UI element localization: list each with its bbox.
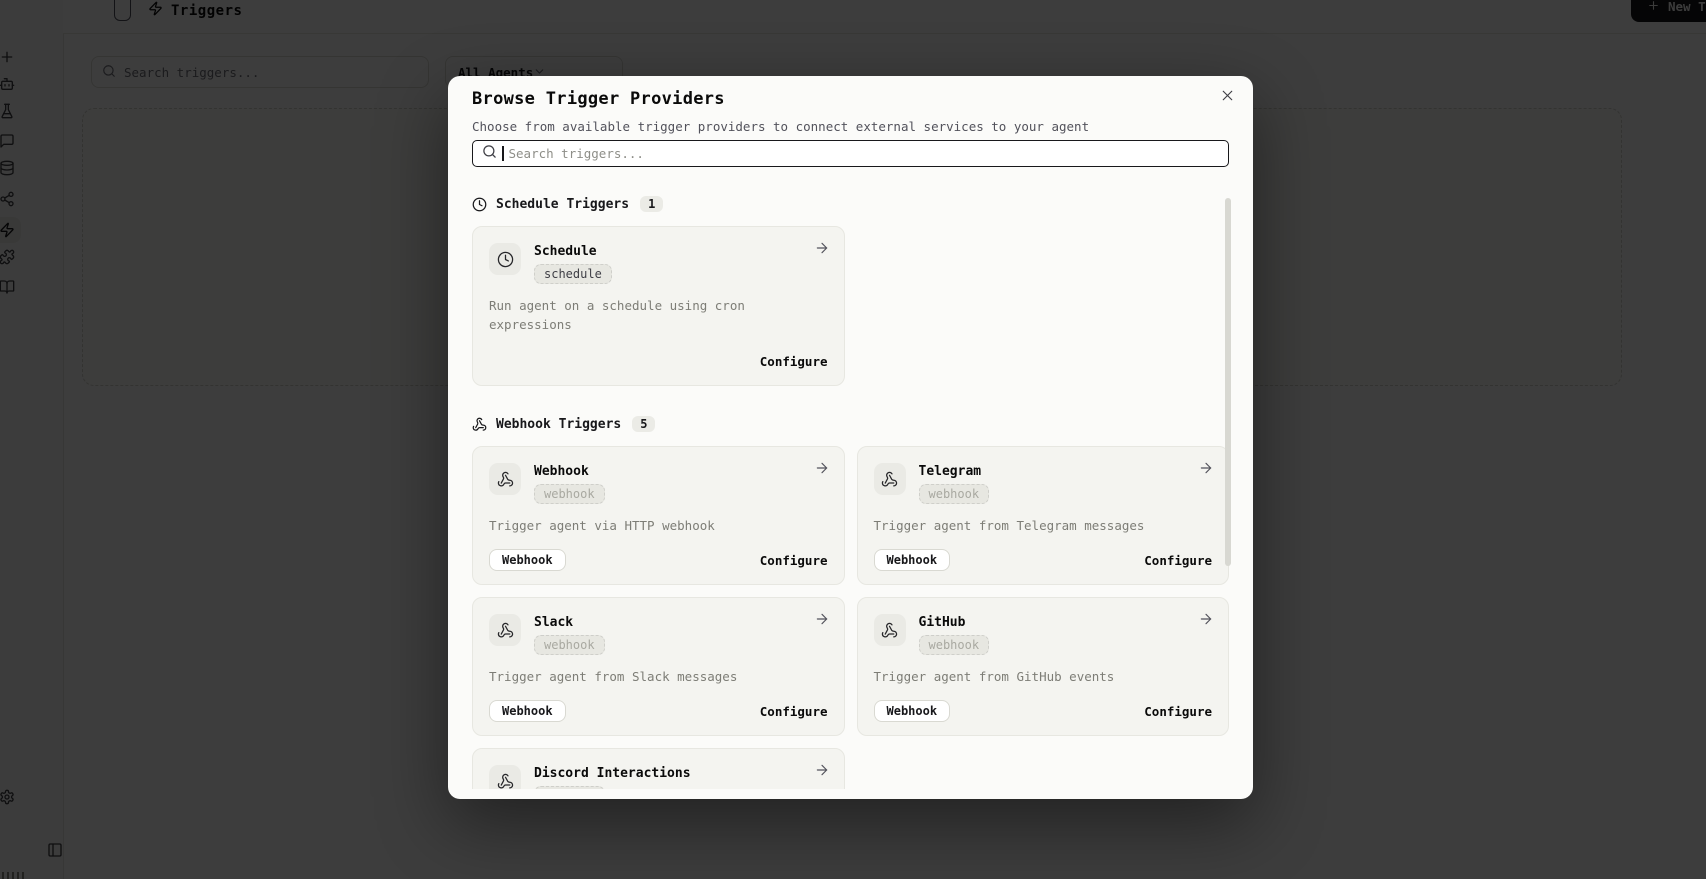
trigger-section: Webhook Triggers 5 Webhook webhook Trigg… xyxy=(472,414,1229,789)
modal-search-placeholder: Search triggers... xyxy=(509,146,644,161)
clock-icon xyxy=(489,243,521,275)
provider-description: Trigger agent from Telegram messages xyxy=(874,516,1213,535)
search-icon xyxy=(482,144,497,163)
text-caret xyxy=(502,146,504,161)
trigger-card-schedule[interactable]: Schedule schedule Run agent on a schedul… xyxy=(472,226,845,386)
webhook-icon xyxy=(874,614,906,646)
trigger-card-telegram[interactable]: Telegram webhook Trigger agent from Tele… xyxy=(857,446,1230,585)
provider-type-badge: webhook xyxy=(919,484,990,504)
arrow-right-icon xyxy=(1198,611,1214,631)
configure-link[interactable]: Configure xyxy=(760,704,828,719)
provider-type-badge: webhook xyxy=(534,484,605,504)
provider-type-badge: webhook xyxy=(919,635,990,655)
modal-title: Browse Trigger Providers xyxy=(472,89,725,109)
provider-title: GitHub xyxy=(919,615,990,630)
close-button[interactable] xyxy=(1215,85,1239,109)
scrollbar-thumb[interactable] xyxy=(1225,198,1231,566)
section-card-grid: Webhook webhook Trigger agent via HTTP w… xyxy=(472,446,1229,789)
section-count-badge: 1 xyxy=(640,196,663,212)
section-header: Schedule Triggers 1 xyxy=(472,194,1229,214)
clock-icon xyxy=(472,197,487,212)
provider-title: Telegram xyxy=(919,464,990,479)
trigger-section: Schedule Triggers 1 Schedule schedule Ru… xyxy=(472,194,1229,386)
configure-link[interactable]: Configure xyxy=(760,553,828,568)
trigger-card-slack[interactable]: Slack webhook Trigger agent from Slack m… xyxy=(472,597,845,736)
providers-list: Schedule Triggers 1 Schedule schedule Ru… xyxy=(472,194,1229,789)
trigger-card-webhook[interactable]: Webhook webhook Trigger agent via HTTP w… xyxy=(472,446,845,585)
provider-title: Discord Interactions xyxy=(534,766,691,781)
trigger-card-github[interactable]: GitHub webhook Trigger agent from GitHub… xyxy=(857,597,1230,736)
webhook-icon xyxy=(489,463,521,495)
webhook-tag-button[interactable]: Webhook xyxy=(489,549,566,571)
provider-type-badge: schedule xyxy=(534,264,612,284)
webhook-icon xyxy=(472,417,487,432)
provider-description: Trigger agent from Slack messages xyxy=(489,667,828,686)
section-count-badge: 5 xyxy=(632,416,655,432)
webhook-icon xyxy=(489,614,521,646)
arrow-right-icon xyxy=(814,240,830,260)
arrow-right-icon xyxy=(814,611,830,631)
trigger-card-discord-interactions[interactable]: Discord Interactions webhook xyxy=(472,748,845,789)
provider-description: Trigger agent from GitHub events xyxy=(874,667,1213,686)
webhook-tag-button[interactable]: Webhook xyxy=(874,700,951,722)
configure-link[interactable]: Configure xyxy=(760,354,828,369)
provider-description: Trigger agent via HTTP webhook xyxy=(489,516,828,535)
section-label: Webhook Triggers xyxy=(496,417,621,432)
provider-type-badge: webhook xyxy=(534,635,605,655)
provider-title: Webhook xyxy=(534,464,605,479)
webhook-icon xyxy=(874,463,906,495)
modal-subtitle: Choose from available trigger providers … xyxy=(472,119,1089,134)
webhook-icon xyxy=(489,765,521,789)
close-icon xyxy=(1219,87,1236,107)
arrow-right-icon xyxy=(814,460,830,480)
configure-link[interactable]: Configure xyxy=(1144,704,1212,719)
provider-description: Run agent on a schedule using cron expre… xyxy=(489,296,828,334)
webhook-tag-button[interactable]: Webhook xyxy=(874,549,951,571)
provider-title: Slack xyxy=(534,615,605,630)
section-header: Webhook Triggers 5 xyxy=(472,414,1229,434)
provider-type-badge: webhook xyxy=(534,786,605,789)
section-card-grid: Schedule schedule Run agent on a schedul… xyxy=(472,226,1229,386)
provider-title: Schedule xyxy=(534,244,612,259)
webhook-tag-button[interactable]: Webhook xyxy=(489,700,566,722)
configure-link[interactable]: Configure xyxy=(1144,553,1212,568)
browse-trigger-providers-modal: Browse Trigger Providers Choose from ava… xyxy=(448,76,1253,799)
arrow-right-icon xyxy=(1198,460,1214,480)
modal-search-input[interactable]: Search triggers... xyxy=(472,140,1229,167)
arrow-right-icon xyxy=(814,762,830,782)
section-label: Schedule Triggers xyxy=(496,197,629,212)
